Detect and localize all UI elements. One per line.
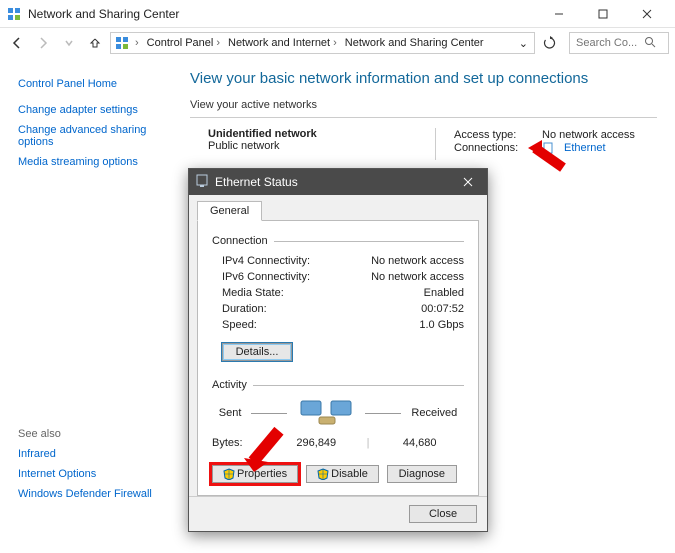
breadcrumb[interactable]: › Control Panel › Network and Internet ›… (110, 32, 535, 54)
connection-section-label: Connection (212, 235, 268, 247)
annotation-arrow-ethernet (520, 140, 580, 190)
search-icon (644, 36, 656, 51)
annotation-arrow-properties (244, 422, 304, 482)
nav-up-button[interactable] (84, 32, 106, 54)
window-titlebar: Network and Sharing Center (0, 0, 675, 28)
dialog-close-footer-button[interactable]: Close (409, 505, 477, 523)
page-title: View your basic network information and … (190, 70, 657, 87)
network-name: Unidentified network (208, 128, 435, 140)
network-activity-icon (297, 397, 355, 429)
active-networks-header: View your active networks (190, 99, 657, 111)
window-title: Network and Sharing Center (28, 7, 179, 21)
diagnose-button[interactable]: Diagnose (387, 465, 457, 483)
sidebar: Control Panel Home Change adapter settin… (0, 58, 190, 553)
breadcrumb-root[interactable]: Control Panel › (143, 37, 224, 49)
ipv6-label: IPv6 Connectivity: (222, 271, 310, 283)
speed-label: Speed: (222, 319, 257, 331)
breadcrumb-dropdown[interactable]: ⌄ (515, 37, 532, 50)
activity-sent-label: Sent (219, 407, 242, 419)
seealso-infrared[interactable]: Infrared (18, 448, 172, 460)
activity-received-label: Received (411, 407, 457, 419)
shield-icon (317, 468, 329, 480)
navigation-bar: › Control Panel › Network and Internet ›… (0, 28, 675, 58)
refresh-button[interactable] (539, 32, 561, 54)
nav-recent-button[interactable] (58, 32, 80, 54)
app-icon (6, 6, 22, 22)
ethernet-status-dialog: Ethernet Status General Connection IPv4 … (188, 168, 488, 532)
maximize-button[interactable] (581, 0, 625, 28)
seealso-firewall[interactable]: Windows Defender Firewall (18, 488, 172, 500)
media-state-value: Enabled (424, 287, 464, 299)
dialog-title: Ethernet Status (215, 175, 298, 189)
ipv6-value: No network access (371, 271, 464, 283)
speed-value: 1.0 Gbps (419, 319, 464, 331)
activity-section-label: Activity (212, 379, 247, 391)
bytes-received-value: 44,680 (375, 437, 464, 449)
breadcrumb-leaf[interactable]: Network and Sharing Center (341, 37, 488, 49)
seealso-internet-options[interactable]: Internet Options (18, 468, 172, 480)
search-input[interactable] (574, 36, 644, 50)
ipv4-label: IPv4 Connectivity: (222, 255, 310, 267)
close-button[interactable] (625, 0, 669, 28)
search-box[interactable] (569, 32, 669, 54)
sidebar-home-link[interactable]: Control Panel Home (18, 78, 172, 90)
details-button[interactable]: Details... (222, 343, 292, 361)
sidebar-link-adapter[interactable]: Change adapter settings (18, 104, 172, 116)
dialog-close-button[interactable] (455, 169, 481, 195)
shield-icon (223, 468, 235, 480)
dialog-icon (195, 174, 209, 191)
disable-button[interactable]: Disable (306, 465, 379, 483)
breadcrumb-mid[interactable]: Network and Internet › (224, 37, 341, 49)
network-type: Public network (208, 140, 435, 152)
duration-label: Duration: (222, 303, 267, 315)
breadcrumb-icon (113, 36, 131, 50)
sidebar-link-sharing[interactable]: Change advanced sharing options (18, 124, 172, 148)
sidebar-link-media[interactable]: Media streaming options (18, 156, 172, 168)
ipv4-value: No network access (371, 255, 464, 267)
duration-value: 00:07:52 (421, 303, 464, 315)
tab-general[interactable]: General (197, 201, 262, 221)
minimize-button[interactable] (537, 0, 581, 28)
seealso-header: See also (18, 428, 172, 440)
nav-forward-button[interactable] (32, 32, 54, 54)
media-state-label: Media State: (222, 287, 284, 299)
nav-back-button[interactable] (6, 32, 28, 54)
dialog-titlebar[interactable]: Ethernet Status (189, 169, 487, 195)
